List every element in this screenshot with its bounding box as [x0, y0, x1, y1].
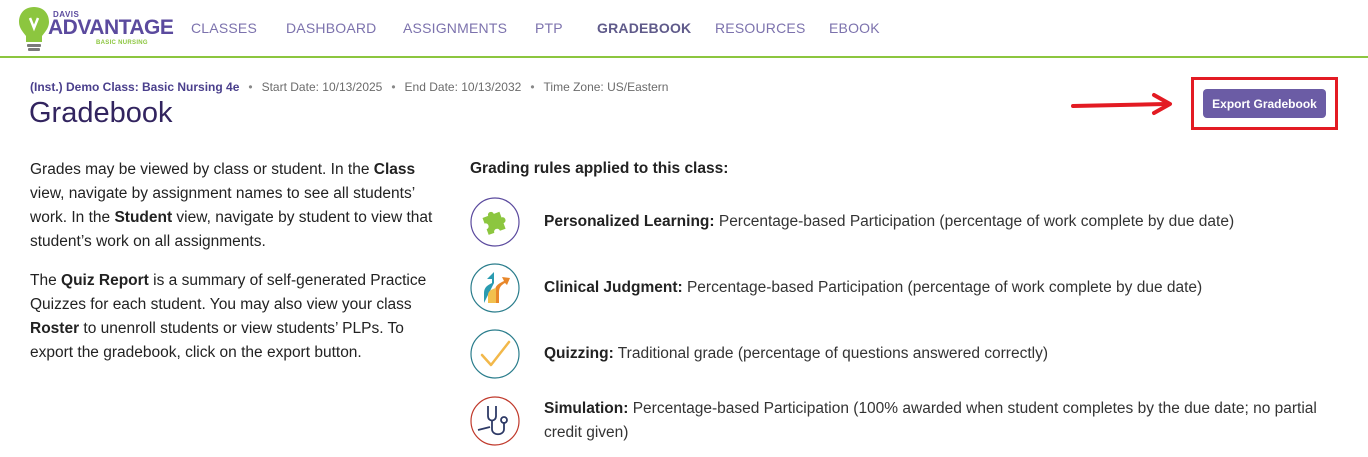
- desc-bold-quiz-report: Quiz Report: [61, 272, 149, 289]
- separator-dot: •: [391, 80, 396, 94]
- rule-description: Percentage-based Participation (percenta…: [714, 213, 1235, 230]
- rule-text: Personalized Learning: Percentage-based …: [544, 210, 1234, 234]
- rule-description: Traditional grade (percentage of questio…: [613, 345, 1048, 362]
- puzzle-icon: [470, 197, 520, 247]
- class-info-line: (Inst.) Demo Class: Basic Nursing 4e • Sta…: [30, 80, 668, 94]
- rule-name: Clinical Judgment:: [544, 279, 683, 296]
- nav-resources[interactable]: RESOURCES: [715, 20, 805, 36]
- rule-clinical-judgment: Clinical Judgment: Percentage-based Part…: [470, 263, 1350, 315]
- nav-classes[interactable]: CLASSES: [191, 20, 257, 36]
- rule-text: Clinical Judgment: Percentage-based Part…: [544, 276, 1202, 300]
- nav-dashboard[interactable]: DASHBOARD: [286, 20, 376, 36]
- logo-brand-sub: BASIC NURSING: [96, 40, 148, 46]
- davis-advantage-logo[interactable]: DAVIS ADVANTAGE BASIC NURSING: [16, 4, 174, 54]
- rule-text: Quizzing: Traditional grade (percentage …: [544, 342, 1048, 366]
- desc-bold-class: Class: [373, 161, 416, 178]
- page-title: Gradebook: [29, 97, 173, 129]
- separator-dot: •: [530, 80, 535, 94]
- desc-bold-roster: Roster: [30, 320, 80, 337]
- export-gradebook-button[interactable]: Export Gradebook: [1203, 89, 1326, 118]
- nav-ebook[interactable]: EBOOK: [829, 20, 880, 36]
- split-arrows-icon: [470, 263, 520, 313]
- rule-name: Simulation:: [544, 400, 629, 417]
- nav-assignments[interactable]: ASSIGNMENTS: [403, 20, 507, 36]
- grading-rules-title: Grading rules applied to this class:: [470, 160, 729, 177]
- rule-description: Percentage-based Participation (100% awa…: [544, 400, 1317, 441]
- rule-description: Percentage-based Participation (percenta…: [682, 279, 1203, 296]
- class-name: (Inst.) Demo Class: Basic Nursing 4e: [30, 80, 240, 94]
- rule-quizzing: Quizzing: Traditional grade (percentage …: [470, 329, 1350, 381]
- desc-text: Grades may be viewed by class or student…: [30, 161, 374, 178]
- rule-simulation: Simulation: Percentage-based Participati…: [470, 396, 1350, 448]
- nav-gradebook[interactable]: GRADEBOOK: [597, 20, 691, 36]
- desc-bold-student: Student: [114, 209, 173, 226]
- red-arrow-icon: [1071, 93, 1172, 115]
- checkmark-icon: [470, 329, 520, 379]
- rule-personalized-learning: Personalized Learning: Percentage-based …: [470, 197, 1350, 249]
- desc-text: The: [30, 272, 62, 289]
- description-paragraph-1: Grades may be viewed by class or student…: [30, 158, 450, 254]
- nav-ptp[interactable]: PTP: [535, 20, 563, 36]
- top-navigation-bar: DAVIS ADVANTAGE BASIC NURSING CLASSES DA…: [0, 0, 1368, 58]
- separator-dot: •: [248, 80, 253, 94]
- rule-name: Quizzing:: [544, 345, 614, 362]
- gradebook-description: Grades may be viewed by class or student…: [30, 158, 450, 380]
- time-zone: Time Zone: US/Eastern: [543, 80, 669, 94]
- description-paragraph-2: The Quiz Report is a summary of self-gen…: [30, 269, 450, 365]
- stethoscope-icon: [470, 396, 520, 446]
- end-date: End Date: 10/13/2032: [404, 80, 522, 94]
- start-date: Start Date: 10/13/2025: [261, 80, 383, 94]
- rule-name: Personalized Learning:: [544, 213, 715, 230]
- logo-brand-main: ADVANTAGE: [48, 16, 174, 39]
- desc-text: to unenroll students or view students’ P…: [30, 320, 404, 361]
- lightbulb-icon: [19, 7, 49, 51]
- rule-text: Simulation: Percentage-based Participati…: [544, 397, 1334, 445]
